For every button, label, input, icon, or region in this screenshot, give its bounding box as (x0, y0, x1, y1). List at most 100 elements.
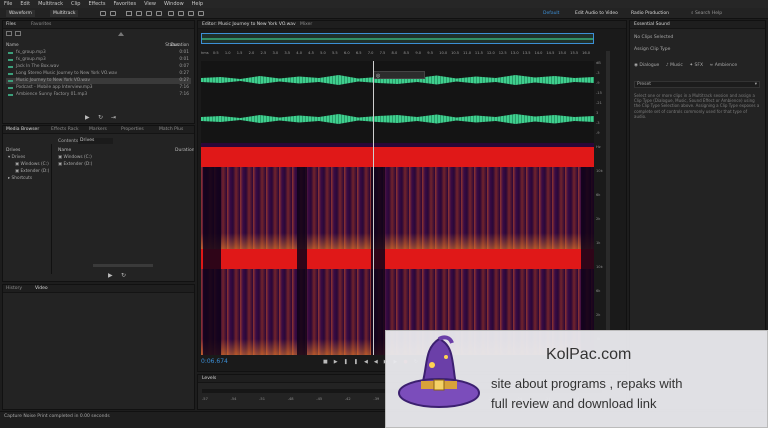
ruler-tick-label: 6.5 (355, 51, 362, 55)
play-icon[interactable]: ▶ (334, 359, 344, 365)
menu-window[interactable]: Window (164, 1, 184, 7)
stop-icon[interactable]: ■ (323, 359, 334, 365)
file-row[interactable]: fx_group.mp3 0:01 (6, 50, 191, 56)
file-row[interactable]: fx_group.mp3 0:01 (6, 57, 191, 63)
audio-file-icon (8, 52, 13, 54)
level-tick-label: -57 (202, 397, 208, 401)
tab-files[interactable]: Files (6, 22, 16, 27)
menu-clip[interactable]: Clip (71, 1, 80, 7)
toolbar: Waveform Multitrack Default Edit Audio t… (0, 8, 768, 19)
multitrack-view-button[interactable]: Multitrack (50, 10, 79, 17)
menu-view[interactable]: View (144, 1, 156, 7)
time-selection-icon[interactable] (156, 11, 162, 16)
editor-panel: Editor: Music Journey to New York VO.wav… (197, 20, 627, 372)
watermark-line2: full review and download link (491, 396, 657, 411)
workspace-radio-production[interactable]: Radio Production (628, 10, 672, 17)
hud-volume[interactable]: ◎ (373, 71, 425, 79)
level-tick-label: -42 (344, 397, 351, 401)
menu-favorites[interactable]: Favorites (113, 1, 136, 7)
menu-help[interactable]: Help (192, 1, 203, 7)
play-icon[interactable]: ▶ (85, 114, 90, 121)
db-tick-label: -3 (596, 71, 600, 75)
level-tick-label: -39 (373, 397, 380, 401)
col-duration[interactable]: Duration (175, 148, 194, 153)
file-row[interactable]: Ambience Sunny Factory 01.mp3 7:16 (6, 92, 191, 98)
menu-effects[interactable]: Effects (88, 1, 105, 7)
col-name[interactable]: Name (6, 43, 19, 48)
waveform-display[interactable]: ◎ (201, 61, 594, 143)
workspace-edit-audio-video[interactable]: Edit Audio to Video (572, 10, 621, 17)
file-row[interactable]: Jack In The Box.wav 0:07 (6, 64, 191, 70)
db-tick-label: -9 (596, 81, 600, 85)
razor-tool-icon[interactable] (136, 11, 142, 16)
col-name[interactable]: Name (58, 148, 71, 153)
preset-dropdown[interactable]: Preset ▾ (634, 81, 760, 88)
loop-icon[interactable]: ↻ (98, 114, 103, 121)
open-file-icon[interactable] (6, 31, 12, 36)
tab-mixer[interactable]: Mixer (300, 22, 312, 27)
playhead[interactable] (373, 61, 374, 355)
tree-item-extender[interactable]: ▣ Extender (D:) (15, 169, 49, 174)
col-duration[interactable]: Duration (170, 43, 189, 48)
file-row[interactable]: Long Stereo Music Journey to New York VO… (6, 71, 191, 77)
tab-favorites[interactable]: Favorites (31, 22, 51, 27)
tree-item-drives[interactable]: ▾ Drives (8, 155, 25, 160)
spectral-frequency-icon[interactable] (100, 11, 106, 16)
tab-levels[interactable]: Levels (202, 376, 216, 381)
audio-file-icon (8, 73, 13, 75)
move-tool-icon[interactable] (126, 11, 132, 16)
autoplay-icon[interactable]: ⇥ (111, 114, 116, 121)
menu-bar: File Edit Multitrack Clip Effects Favori… (0, 0, 768, 8)
tree-item-shortcuts[interactable]: ▸ Shortcuts (8, 176, 32, 181)
waveform-view-button[interactable]: Waveform (6, 10, 35, 17)
tree-item-windows[interactable]: ▣ Windows (C:) (15, 162, 49, 167)
ruler-tick-label: 13.0 (510, 51, 519, 55)
sfx-button[interactable]: ✦ SFX (689, 63, 703, 68)
brush-tool-icon[interactable] (188, 11, 194, 16)
pause-icon[interactable]: ❚❚ (344, 359, 364, 365)
tab-markers[interactable]: Markers (89, 127, 107, 132)
workspace-default[interactable]: Default (540, 10, 562, 17)
list-item[interactable]: ▣ Windows (C:) (58, 155, 92, 160)
menu-edit[interactable]: Edit (20, 1, 30, 7)
spot-healing-icon[interactable] (198, 11, 204, 16)
rewind-icon[interactable]: ◀◀ (364, 359, 384, 365)
hz-tick-label: 10k (596, 169, 603, 173)
time-ruler[interactable]: hms 0:5 1.0 1.5 2.0 2.5 3.0 3.5 4.0 4.5 5.0 5.5 6.0 6… (201, 49, 594, 59)
overview-navigator[interactable] (201, 33, 594, 44)
loop-icon[interactable]: ↻ (121, 272, 126, 279)
ambience-button[interactable]: ≈ Ambience (710, 63, 738, 68)
file-row-selected[interactable]: Music Journey to New York VO.wav 0:27 (6, 78, 191, 84)
browser-divider[interactable] (51, 144, 52, 274)
tab-essential-sound[interactable]: Essential Sound (634, 22, 670, 27)
spectral-display[interactable] (201, 143, 594, 355)
spectral-pitch-icon[interactable] (110, 11, 116, 16)
vertical-scrollbar[interactable] (606, 51, 610, 351)
dialogue-button[interactable]: ◉ Dialogue (634, 63, 659, 68)
tab-media-browser[interactable]: Media Browser (6, 127, 39, 132)
file-row[interactable]: Podcast - Mobile app Interview.mp3 7:16 (6, 85, 191, 91)
tab-editor[interactable]: Editor: Music Journey to New York VO.wav (202, 22, 296, 27)
eject-icon[interactable] (118, 32, 124, 36)
slip-tool-icon[interactable] (146, 11, 152, 16)
list-item[interactable]: ▣ Extender (D:) (58, 162, 92, 167)
lasso-tool-icon[interactable] (178, 11, 184, 16)
tab-history[interactable]: History (6, 286, 22, 291)
music-button[interactable]: ♪ Music (666, 63, 683, 68)
tab-match-plus[interactable]: Match Plus (159, 127, 183, 132)
menu-file[interactable]: File (4, 1, 12, 7)
contents-select[interactable]: Drives (78, 138, 113, 144)
horizontal-scrollbar[interactable] (93, 264, 153, 267)
tab-video[interactable]: Video (35, 286, 48, 291)
ruler-tick-label: 16.0 (582, 51, 591, 55)
menu-multitrack[interactable]: Multitrack (38, 1, 63, 7)
tab-properties[interactable]: Properties (121, 127, 144, 132)
tab-effects-rack[interactable]: Effects Rack (51, 127, 79, 132)
play-icon[interactable]: ▶ (108, 272, 113, 279)
search-help-input[interactable]: ⌕ Search Help (688, 10, 725, 17)
marquee-tool-icon[interactable] (168, 11, 174, 16)
assign-clip-type-label: Assign Clip Type (634, 47, 671, 52)
files-header: Name Status Duration (6, 43, 191, 49)
import-file-icon[interactable] (15, 31, 21, 36)
audio-file-icon (8, 66, 13, 68)
